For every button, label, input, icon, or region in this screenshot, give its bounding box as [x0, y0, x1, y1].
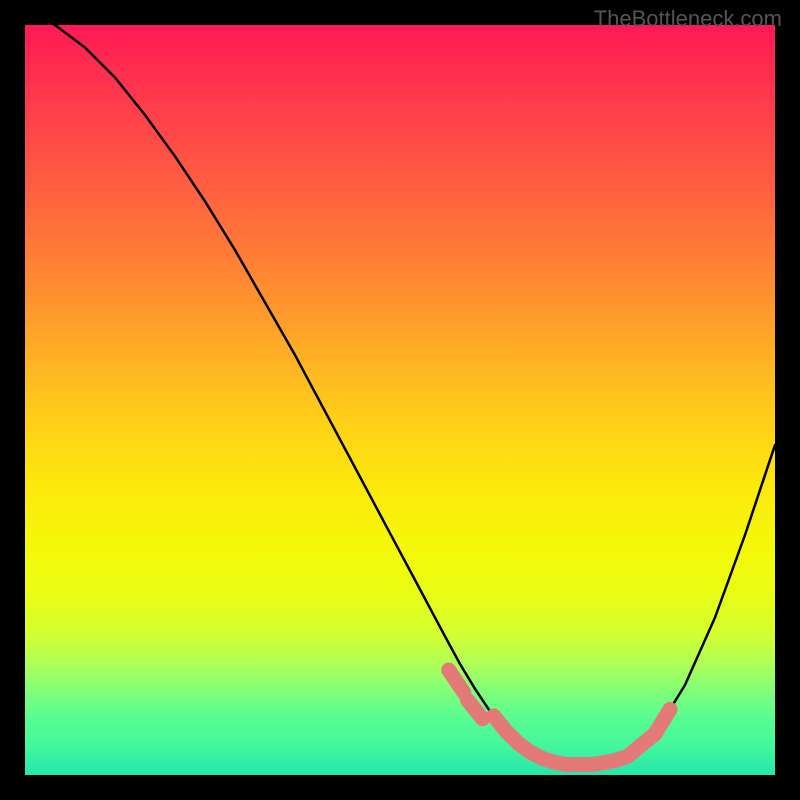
chart-svg	[25, 25, 775, 775]
watermark-text: TheBottleneck.com	[594, 6, 782, 32]
optimal-range-markers	[449, 670, 670, 765]
bottleneck-curve	[25, 25, 775, 765]
chart-plot-area	[25, 25, 775, 775]
